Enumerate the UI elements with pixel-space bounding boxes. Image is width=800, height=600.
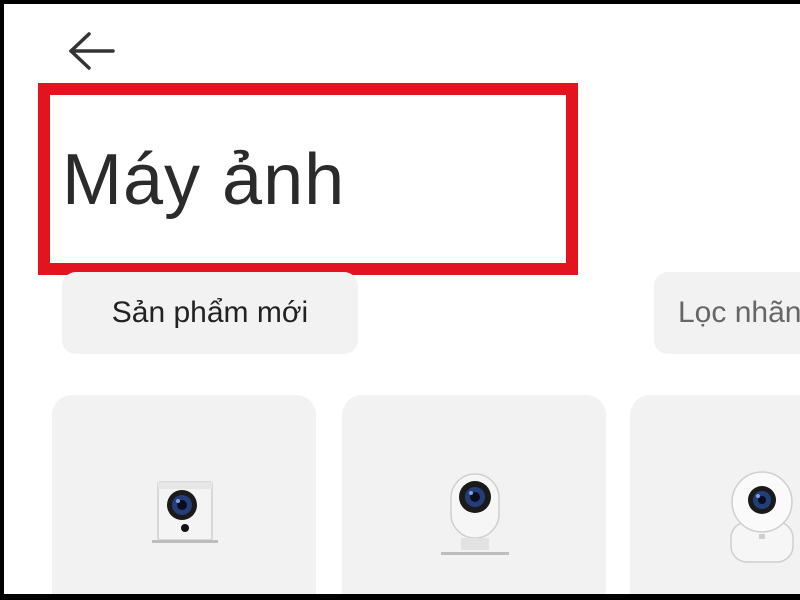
back-button[interactable] [62,28,122,74]
product-card-2[interactable] [342,395,606,594]
app-screen: Máy ảnh Sản phẩm mới Lọc nhãn... [4,4,800,594]
page-title: Máy ảnh [62,140,346,220]
stand-camera-icon [441,473,509,555]
square-camera-icon [152,481,218,543]
filter-label-chip[interactable]: Lọc nhãn... [654,272,800,354]
new-products-chip[interactable]: Sản phẩm mới [62,272,358,354]
product-card-1[interactable] [52,395,316,594]
arrow-left-icon [69,32,115,70]
product-card-3[interactable] [630,395,800,594]
dome-camera-icon [730,471,794,563]
